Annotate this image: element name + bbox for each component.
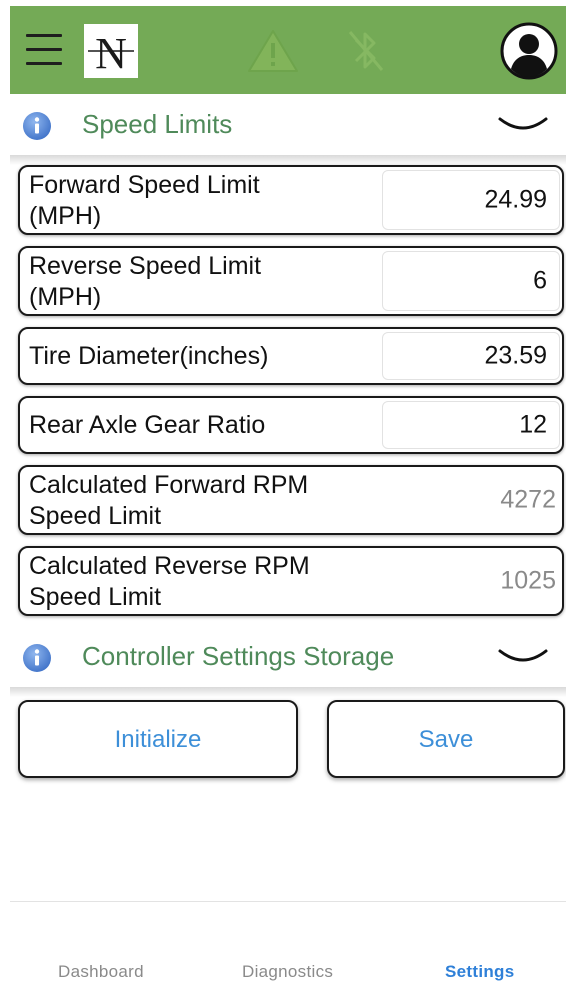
- reverse-speed-limit-label: Reverse Speed Limit (MPH): [29, 252, 262, 311]
- logo: N: [84, 24, 138, 78]
- section-title: Speed Limits: [82, 109, 233, 139]
- info-icon[interactable]: [22, 111, 52, 141]
- section-divider: [10, 687, 566, 697]
- tire-diameter-row: Tire Diameter(inches) 23.59: [18, 327, 564, 385]
- speed-limits-header[interactable]: Speed Limits: [10, 95, 566, 155]
- tab-dashboard[interactable]: Dashboard: [58, 962, 144, 982]
- account-icon[interactable]: [500, 22, 558, 80]
- calculated-forward-rpm-row: Calculated Forward RPM Speed Limit 4272: [18, 465, 564, 535]
- section-divider: [10, 155, 566, 165]
- warning-icon[interactable]: [246, 28, 300, 74]
- reverse-speed-limit-row: Reverse Speed Limit (MPH) 6: [18, 246, 564, 316]
- tab-diagnostics[interactable]: Diagnostics: [242, 962, 333, 982]
- logo-letter: N: [95, 29, 127, 78]
- hamburger-menu-icon[interactable]: [26, 34, 62, 66]
- reverse-speed-limit-input[interactable]: 6: [382, 251, 560, 311]
- info-icon[interactable]: [22, 643, 52, 673]
- calculated-forward-rpm-value: 4272: [500, 485, 556, 514]
- tire-diameter-input[interactable]: 23.59: [382, 332, 560, 380]
- calculated-forward-rpm-label: Calculated Forward RPM Speed Limit: [29, 471, 309, 530]
- initialize-button[interactable]: Initialize: [18, 700, 298, 778]
- app-header: N: [10, 6, 566, 94]
- bluetooth-icon[interactable]: [346, 24, 386, 78]
- rear-axle-gear-ratio-label: Rear Axle Gear Ratio: [29, 411, 266, 439]
- tire-diameter-label: Tire Diameter(inches): [29, 342, 269, 370]
- section-title: Controller Settings Storage: [82, 641, 395, 671]
- tab-settings[interactable]: Settings: [445, 962, 514, 982]
- settings-screen: N Speed Limits Forward Speed Limit (MPH)…: [0, 0, 566, 982]
- calculated-reverse-rpm-row: Calculated Reverse RPM Speed Limit 1025: [18, 546, 564, 616]
- chevron-down-icon[interactable]: [496, 645, 550, 669]
- controller-settings-storage-header[interactable]: Controller Settings Storage: [10, 627, 566, 687]
- rear-axle-gear-ratio-input[interactable]: 12: [382, 401, 560, 449]
- chevron-down-icon[interactable]: [496, 113, 550, 137]
- calculated-reverse-rpm-value: 1025: [500, 566, 556, 595]
- save-button[interactable]: Save: [327, 700, 565, 778]
- rear-axle-gear-ratio-row: Rear Axle Gear Ratio 12: [18, 396, 564, 454]
- forward-speed-limit-row: Forward Speed Limit (MPH) 24.99: [18, 165, 564, 235]
- calculated-reverse-rpm-label: Calculated Reverse RPM Speed Limit: [29, 552, 310, 611]
- forward-speed-limit-input[interactable]: 24.99: [382, 170, 560, 230]
- forward-speed-limit-label: Forward Speed Limit (MPH): [29, 171, 260, 230]
- tab-bar-divider: [10, 901, 566, 902]
